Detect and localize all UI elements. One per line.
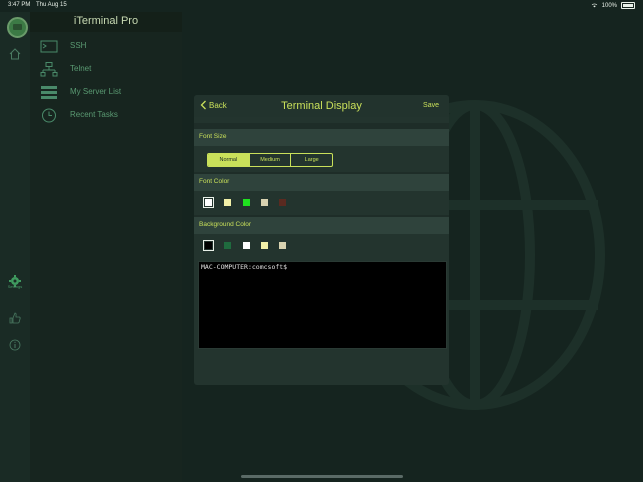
font-size-option-large[interactable]: Large xyxy=(291,154,332,166)
background-color-swatch[interactable] xyxy=(261,242,268,249)
sidebar-item-telnet[interactable]: Telnet xyxy=(40,60,180,80)
font-color-row xyxy=(194,191,449,215)
font-size-segmented-control: Normal Medium Large xyxy=(207,153,333,167)
terminal-icon xyxy=(40,40,58,53)
back-label: Back xyxy=(209,100,227,110)
status-right: 100% xyxy=(591,2,635,9)
font-color-header: Font Color xyxy=(194,174,449,191)
server-list-icon xyxy=(41,86,57,99)
app-title: iTerminal Pro xyxy=(73,15,139,27)
sidebar-item-my-server-list[interactable]: My Server List xyxy=(40,83,180,103)
background-color-header-label: Background Color xyxy=(199,221,252,228)
status-date: Thu Aug 15 xyxy=(36,2,67,8)
font-color-swatch[interactable] xyxy=(203,197,214,208)
sidebar-item-label: My Server List xyxy=(70,87,122,96)
background-color-swatch[interactable] xyxy=(243,242,250,249)
background-color-header: Background Color xyxy=(194,217,449,234)
wifi-icon xyxy=(591,3,597,8)
side-menu-header: iTerminal Pro xyxy=(30,12,182,32)
dialog-navbar: Back Terminal Display Save xyxy=(194,95,449,117)
info-icon[interactable] xyxy=(9,339,21,351)
font-color-swatch[interactable] xyxy=(243,199,250,206)
font-size-row: Normal Medium Large xyxy=(194,146,449,172)
background-color-swatch[interactable] xyxy=(224,242,231,249)
sidebar-item-label: Telnet xyxy=(70,64,92,73)
sidebar-item-label: Recent Tasks xyxy=(70,110,118,119)
background-color-swatch[interactable] xyxy=(203,240,214,251)
dialog-title: Terminal Display xyxy=(281,100,362,112)
terminal-display-dialog: Back Terminal Display Save Font Size Nor… xyxy=(194,95,449,385)
battery-percent: 100% xyxy=(601,2,617,9)
save-button[interactable]: Save xyxy=(423,102,439,109)
status-bar: 3:47 PM Thu Aug 15 100% xyxy=(0,0,643,12)
home-indicator[interactable] xyxy=(241,475,403,478)
network-icon xyxy=(40,62,58,77)
sidebar-item-recent-tasks[interactable]: Recent Tasks xyxy=(40,106,180,126)
back-button[interactable]: Back xyxy=(200,100,227,110)
thumbs-up-icon[interactable] xyxy=(9,312,21,324)
battery-icon xyxy=(621,2,635,9)
font-size-option-normal[interactable]: Normal xyxy=(208,154,250,166)
font-size-header: Font Size xyxy=(194,129,449,146)
home-icon[interactable] xyxy=(9,48,21,60)
side-menu: iTerminal Pro SSH Telnet My Server List xyxy=(30,12,182,482)
sidebar-item-label: SSH xyxy=(70,41,87,50)
settings-label: Settings xyxy=(7,284,23,289)
font-size-option-medium[interactable]: Medium xyxy=(250,154,292,166)
status-time: 3:47 PM xyxy=(8,2,31,8)
terminal-preview: MAC-COMPUTER:comcsoft$ xyxy=(198,261,447,349)
clock-icon xyxy=(42,108,56,123)
font-color-swatch[interactable] xyxy=(224,199,231,206)
background-color-swatch[interactable] xyxy=(279,242,286,249)
font-color-swatch[interactable] xyxy=(261,199,268,206)
font-color-header-label: Font Color xyxy=(199,178,230,185)
background-color-row xyxy=(194,234,449,258)
font-color-swatch[interactable] xyxy=(279,199,286,206)
app-logo[interactable] xyxy=(7,17,28,38)
chevron-left-icon xyxy=(200,100,206,110)
left-rail: Settings xyxy=(0,12,30,482)
font-size-header-label: Font Size xyxy=(199,133,227,140)
sidebar-item-ssh[interactable]: SSH xyxy=(40,37,180,57)
terminal-prompt: MAC-COMPUTER:comcsoft$ xyxy=(201,263,288,271)
